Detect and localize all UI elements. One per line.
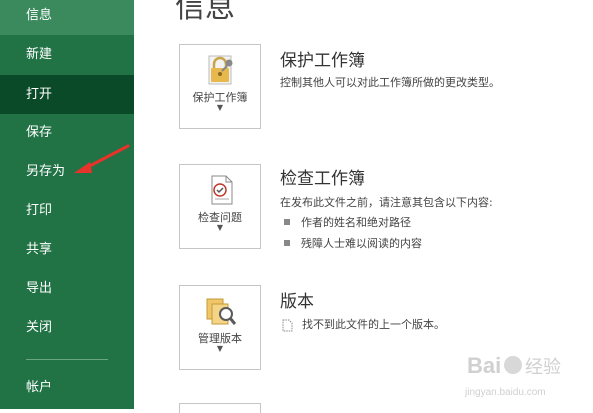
list-item: 残障人士难以阅读的内容	[284, 235, 422, 251]
sidebar-divider	[26, 359, 108, 360]
page-title: 信息	[175, 0, 235, 25]
svg-text:经验: 经验	[525, 357, 561, 377]
document-icon	[282, 319, 293, 331]
svg-text:Bai: Bai	[467, 353, 501, 378]
versions-description: 找不到此文件的上一个版本。	[302, 318, 445, 331]
protect-workbook-title: 保护工作簿	[280, 51, 365, 71]
dropdown-caret-icon: ▼	[216, 344, 224, 353]
check-for-issues-button[interactable]: 检查问题 ▼	[179, 164, 261, 249]
sidebar-item-new[interactable]: 新建	[0, 35, 134, 74]
protect-workbook-description: 控制其他人可以对此工作簿所做的更改类型。	[280, 76, 500, 89]
sidebar-item-share[interactable]: 共享	[0, 230, 134, 269]
sidebar-item-export[interactable]: 导出	[0, 269, 134, 308]
sidebar-item-info[interactable]: 信息	[0, 0, 134, 35]
baidu-jingyan-watermark: Bai 经验 jingyan.baidu.com	[464, 353, 561, 398]
inspect-workbook-title: 检查工作簿	[280, 169, 365, 189]
protect-workbook-button[interactable]: 保护工作簿 ▼	[179, 44, 261, 129]
sidebar-item-print[interactable]: 打印	[0, 191, 134, 230]
backstage-sidebar: 信息 新建 打开 保存 另存为 打印 共享 导出 关闭 帐户	[0, 0, 134, 409]
inspect-workbook-description: 在发布此文件之前，请注意其包含以下内容:	[280, 196, 493, 209]
sidebar-item-account[interactable]: 帐户	[0, 368, 134, 407]
versions-description-row: 找不到此文件的上一个版本。	[282, 316, 445, 332]
manage-versions-button[interactable]: 管理版本 ▼	[179, 285, 261, 370]
dropdown-caret-icon: ▼	[216, 223, 224, 232]
sidebar-item-close[interactable]: 关闭	[0, 308, 134, 347]
sidebar-item-open[interactable]: 打开	[0, 75, 134, 114]
partial-card	[179, 403, 261, 413]
annotation-arrow-icon	[74, 144, 130, 173]
dropdown-caret-icon: ▼	[216, 103, 224, 112]
lock-key-icon	[208, 55, 233, 85]
versions-title: 版本	[280, 292, 314, 312]
inspect-document-icon	[211, 175, 233, 205]
list-item: 作者的姓名和绝对路径	[284, 214, 411, 230]
manage-versions-icon	[206, 298, 237, 325]
svg-text:jingyan.baidu.com: jingyan.baidu.com	[464, 387, 546, 398]
